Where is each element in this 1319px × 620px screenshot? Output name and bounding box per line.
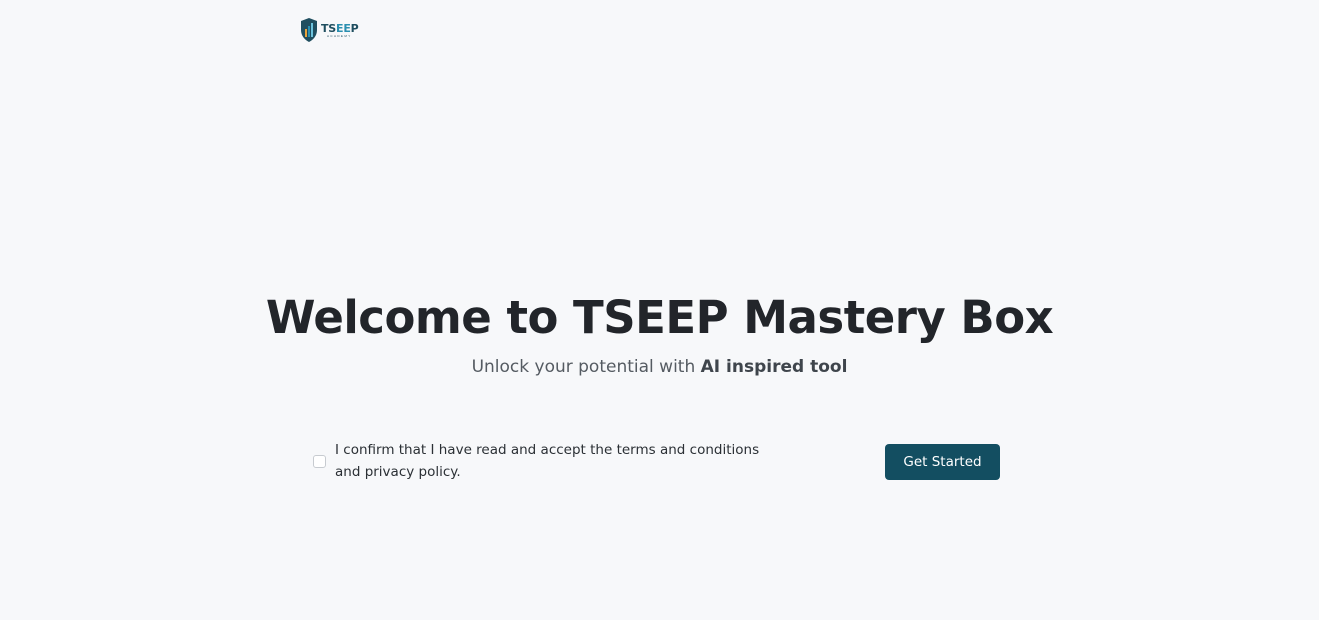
consent-row: I confirm that I have read and accept th… (313, 439, 1000, 485)
subtitle-highlight: AI inspired tool (700, 357, 848, 377)
terms-label: I confirm that I have read and accept th… (335, 442, 760, 480)
logo-word: TSEEP (321, 21, 359, 35)
get-started-button[interactable]: Get Started (885, 444, 1000, 480)
brand-logo[interactable]: TSEEP ACADEMY (300, 17, 359, 43)
logo-subtitle: ACADEMY (327, 33, 352, 38)
page-subtitle: Unlock your potential with AI inspired t… (471, 357, 848, 377)
hero: Welcome to TSEEP Mastery Box Unlock your… (0, 290, 1319, 378)
shield-logo-icon (301, 18, 317, 42)
terms-checkbox[interactable] (313, 455, 326, 468)
page: TSEEP ACADEMY Welcome to TSEEP Mastery B… (0, 0, 1319, 620)
logo-wordmark: TSEEP ACADEMY (321, 23, 359, 38)
page-title: Welcome to TSEEP Mastery Box (265, 291, 1054, 344)
